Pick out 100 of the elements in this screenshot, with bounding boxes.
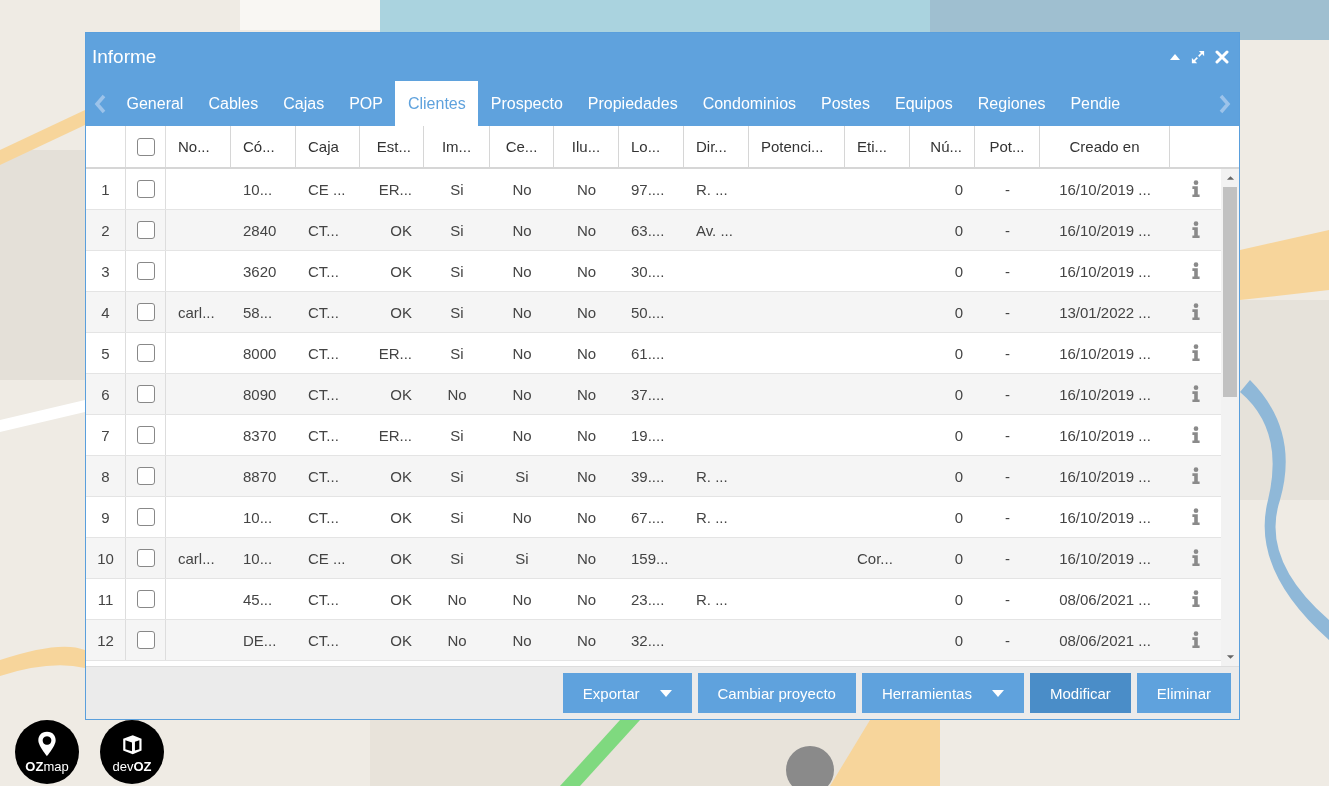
tab[interactable]: Clientes [395, 81, 479, 126]
collapse-icon[interactable] [1169, 53, 1181, 61]
info-icon[interactable] [1190, 303, 1201, 321]
row-checkbox[interactable] [136, 549, 155, 567]
column-header[interactable]: No... [166, 126, 231, 167]
table-cell: - [1005, 180, 1010, 198]
logo-text: OZmap [25, 758, 69, 774]
toolbar-button[interactable]: Herramientas [861, 673, 1024, 713]
info-icon[interactable] [1190, 467, 1201, 485]
info-icon[interactable] [1190, 344, 1201, 362]
table-cell: Si [450, 426, 464, 444]
table-cell: 39.... [631, 467, 665, 485]
column-header[interactable]: Potenci... [749, 126, 845, 167]
info-icon[interactable] [1190, 508, 1201, 526]
table-cell: - [1005, 262, 1010, 280]
row-number: 5 [86, 333, 126, 373]
tab[interactable]: Cables [195, 81, 271, 126]
row-checkbox[interactable] [136, 262, 155, 280]
row-number: 2 [86, 210, 126, 250]
column-header[interactable]: Có... [231, 126, 296, 167]
column-header[interactable]: Im... [424, 126, 490, 167]
column-header[interactable]: Est... [360, 126, 424, 167]
tab[interactable]: Cajas [270, 81, 337, 126]
table-cell: ER... [378, 426, 412, 444]
table-cell: 8000 [243, 344, 277, 362]
table-cell: 16/10/2019 ... [1059, 344, 1151, 362]
toolbar-button[interactable]: Exportar [562, 673, 692, 713]
column-header[interactable]: Nú... [910, 126, 975, 167]
info-icon[interactable] [1190, 426, 1201, 444]
tab[interactable]: Equipos [882, 81, 966, 126]
column-header[interactable]: Eti... [845, 126, 910, 167]
table-cell: CT... [308, 221, 339, 239]
logo-text: devOZ [112, 758, 152, 774]
table-cell: No [512, 221, 532, 239]
table-cell: 0 [954, 385, 963, 403]
table-cell: No [576, 631, 597, 649]
table-cell: ER... [378, 344, 412, 362]
row-checkbox[interactable] [136, 303, 155, 321]
expand-icon[interactable] [1191, 50, 1205, 64]
table-cell: - [1005, 508, 1010, 526]
close-icon[interactable] [1215, 50, 1229, 64]
table-cell: ER... [378, 180, 412, 198]
column-header[interactable]: Creado en [1040, 126, 1170, 167]
table-cell: No [512, 262, 532, 280]
row-checkbox[interactable] [136, 344, 155, 362]
column-header[interactable]: Caja [296, 126, 360, 167]
toolbar-button[interactable]: Cambiar proyecto [697, 673, 856, 713]
toolbar-button[interactable]: Modificar [1029, 673, 1131, 713]
table-cell: - [1005, 426, 1010, 444]
row-checkbox[interactable] [136, 221, 155, 239]
row-number: 8 [86, 456, 126, 496]
tab[interactable]: Postes [808, 81, 883, 126]
column-header[interactable]: Pot... [975, 126, 1040, 167]
tab[interactable]: Prospecto [478, 81, 576, 126]
table-cell: 63.... [631, 221, 665, 239]
info-icon[interactable] [1190, 180, 1201, 198]
table-cell: OK [390, 508, 412, 526]
row-checkbox[interactable] [136, 180, 155, 198]
table-cell: 8370 [243, 426, 277, 444]
row-checkbox[interactable] [136, 426, 155, 444]
row-checkbox[interactable] [136, 385, 155, 403]
table-cell: 8870 [243, 467, 277, 485]
table-cell: 32.... [631, 631, 665, 649]
row-checkbox[interactable] [136, 590, 155, 608]
tab[interactable]: General [114, 81, 196, 126]
table-cell: Si [515, 467, 529, 485]
column-header[interactable]: Ilu... [554, 126, 619, 167]
tab[interactable]: Pendie [1057, 81, 1133, 126]
scroll-down-icon[interactable] [1225, 654, 1235, 660]
tab[interactable]: Condominios [690, 81, 809, 126]
table-cell: 0 [954, 426, 963, 444]
table-cell: R. ... [696, 467, 728, 485]
select-all-checkbox[interactable] [136, 137, 155, 156]
table-cell: 23.... [631, 590, 665, 608]
scroll-up-icon[interactable] [1225, 175, 1235, 181]
table-cell: No [576, 344, 597, 362]
table-cell: CT... [308, 385, 339, 403]
column-header[interactable]: Ce... [490, 126, 554, 167]
table-cell: 0 [954, 180, 963, 198]
table-cell: OK [390, 549, 412, 567]
caret-icon [991, 689, 1004, 697]
table-cell: 08/06/2021 ... [1059, 590, 1151, 608]
tab[interactable]: Propiedades [575, 81, 691, 126]
scrollbar[interactable] [1221, 169, 1239, 666]
column-header[interactable]: Lo... [619, 126, 684, 167]
info-icon[interactable] [1190, 262, 1201, 280]
table-cell: 10... [243, 549, 273, 567]
info-icon[interactable] [1190, 221, 1201, 239]
row-checkbox[interactable] [136, 631, 155, 649]
table-cell: No [576, 549, 597, 567]
toolbar-button[interactable]: Eliminar [1136, 673, 1231, 713]
info-icon[interactable] [1190, 590, 1201, 608]
row-checkbox[interactable] [136, 467, 155, 485]
info-icon[interactable] [1190, 385, 1201, 403]
row-checkbox[interactable] [136, 508, 155, 526]
column-header[interactable]: Dir... [684, 126, 749, 167]
info-icon[interactable] [1190, 631, 1201, 649]
tab[interactable]: Regiones [965, 81, 1058, 126]
info-icon[interactable] [1190, 549, 1201, 567]
tab[interactable]: POP [336, 81, 396, 126]
